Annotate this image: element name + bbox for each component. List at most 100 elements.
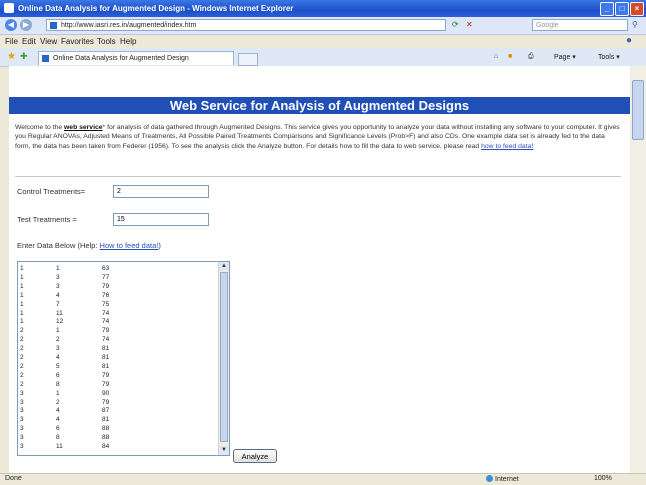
data-cell: 81 [102,416,110,424]
data-cell: 90 [102,389,110,397]
analyze-button[interactable]: Analyze [233,449,277,463]
data-cell: 3 [20,425,24,433]
data-cell: 74 [102,318,110,326]
data-row: 2 2 74 [20,336,210,344]
data-cell: 1 [20,300,24,308]
minimize-button[interactable]: _ [600,2,614,16]
data-row: 3 11 84 [20,443,210,451]
data-cell: 3 [20,434,24,442]
test-treatments-input[interactable] [113,213,209,226]
data-cell: 4 [56,291,60,299]
data-row: 1 12 74 [20,318,210,326]
address-toolbar: ◀ ▶ http://www.iasri.res.in/augmented/in… [0,17,646,35]
stop-icon[interactable]: ✕ [466,20,473,29]
data-row: 1 4 76 [20,292,210,300]
data-cell: 79 [102,398,110,406]
data-cell: 8 [56,380,60,388]
data-row: 3 2 79 [20,399,210,407]
divider [15,176,621,177]
status-bar: Done Internet 100% [0,473,646,485]
data-cell: 4 [56,416,60,424]
data-cell: 79 [102,371,110,379]
favorites-star-icon[interactable]: ★ [7,51,16,62]
data-cell: 4 [56,407,60,415]
data-row: 2 4 81 [20,354,210,362]
control-treatments-input[interactable] [113,185,209,198]
textarea-scrollbar[interactable]: ▲ ▼ [218,262,229,455]
data-cell: 84 [102,443,110,450]
new-tab-button[interactable] [238,53,258,66]
address-field[interactable]: http://www.iasri.res.in/augmented/index.… [46,19,446,31]
page-scroll-thumb[interactable] [632,80,644,140]
search-input[interactable]: Google [532,19,628,31]
tab-active[interactable]: Online Data Analysis for Augmented Desig… [38,51,234,65]
ie-logo-icon: ● [626,35,633,46]
data-row: 3 4 87 [20,407,210,415]
data-cell: 2 [56,398,60,406]
close-button[interactable]: × [630,2,644,16]
how-to-feed-link[interactable]: How to feed data! [100,241,159,250]
menu-view[interactable]: View [40,37,57,46]
tab-page-icon [42,55,49,62]
data-cell: 6 [56,425,60,433]
search-icon[interactable]: ⚲ [632,20,638,29]
window-titlebar: Online Data Analysis for Augmented Desig… [0,0,646,17]
scroll-up-icon[interactable]: ▲ [219,262,229,271]
web-service-link[interactable]: web service [64,124,103,131]
data-cell: 2 [20,380,24,388]
data-row: 2 1 79 [20,327,210,335]
data-cell: 79 [102,380,110,388]
refresh-icon[interactable]: ⟳ [452,20,459,29]
home-icon[interactable]: ⌂ [494,53,498,60]
data-cell: 2 [20,354,24,361]
menu-tools[interactable]: Tools [97,37,116,46]
data-cell: 3 [20,407,24,415]
read-data-link[interactable]: how to feed data! [481,143,533,150]
feeds-icon[interactable]: ■ [508,53,512,60]
tools-menu[interactable]: Tools ▾ [598,53,620,61]
data-cell: 81 [102,345,110,353]
data-cell: 11 [56,309,63,317]
data-cell: 1 [56,265,60,272]
page-menu[interactable]: Page ▾ [554,53,576,61]
forward-arrow-icon[interactable]: ▶ [20,19,32,31]
menu-file[interactable]: File [5,37,18,46]
tab-bar: ★ ✚ Online Data Analysis for Augmented D… [0,48,646,67]
menu-favorites[interactable]: Favorites [61,37,94,46]
menu-edit[interactable]: Edit [22,37,36,46]
data-row: 1 3 77 [20,274,210,282]
intro-prefix: Welcome to the [15,124,64,131]
menu-help[interactable]: Help [120,37,136,46]
page-content: Web Service for Analysis of Augmented De… [9,66,630,473]
page-scrollbar[interactable] [630,66,646,473]
add-favorite-icon[interactable]: ✚ [20,51,28,62]
print-icon[interactable]: ⎙ [528,53,534,61]
data-cell: 2 [20,345,24,353]
tab-title: Online Data Analysis for Augmented Desig… [53,55,189,62]
data-cell: 75 [102,300,110,308]
back-arrow-icon[interactable]: ◀ [5,19,17,31]
intro-text: Welcome to the web service* for analysis… [15,123,621,151]
maximize-button[interactable]: □ [615,2,629,16]
data-cell: 88 [102,425,110,433]
zoom-level[interactable]: 100% [594,475,612,482]
data-row: 3 1 90 [20,390,210,398]
window-title: Online Data Analysis for Augmented Desig… [18,4,294,13]
data-cell: 5 [56,362,60,370]
scroll-down-icon[interactable]: ▼ [219,446,229,455]
data-cell: 74 [102,336,110,344]
enter-data-label: Enter Data Below (Help: How to feed data… [17,241,161,250]
data-textarea[interactable]: ▲ ▼ 1 1 63 1 3 77 1 3 79 1 4 76 1 7 75 1 11 74 1 12 74 2 1 79 2 2… [17,261,230,456]
data-cell: 76 [102,291,110,299]
test-treatments-label: Test Treatments = [17,215,77,224]
scroll-thumb[interactable] [220,272,228,442]
address-url: http://www.iasri.res.in/augmented/index.… [61,22,197,29]
data-cell: 11 [56,443,63,450]
data-cell: 3 [20,416,24,424]
data-cell: 2 [20,336,24,344]
data-cell: 1 [20,318,24,326]
internet-zone: Internet [486,475,519,483]
data-cell: 4 [56,354,60,361]
data-cell: 2 [56,336,60,344]
data-cell: 3 [20,398,24,406]
